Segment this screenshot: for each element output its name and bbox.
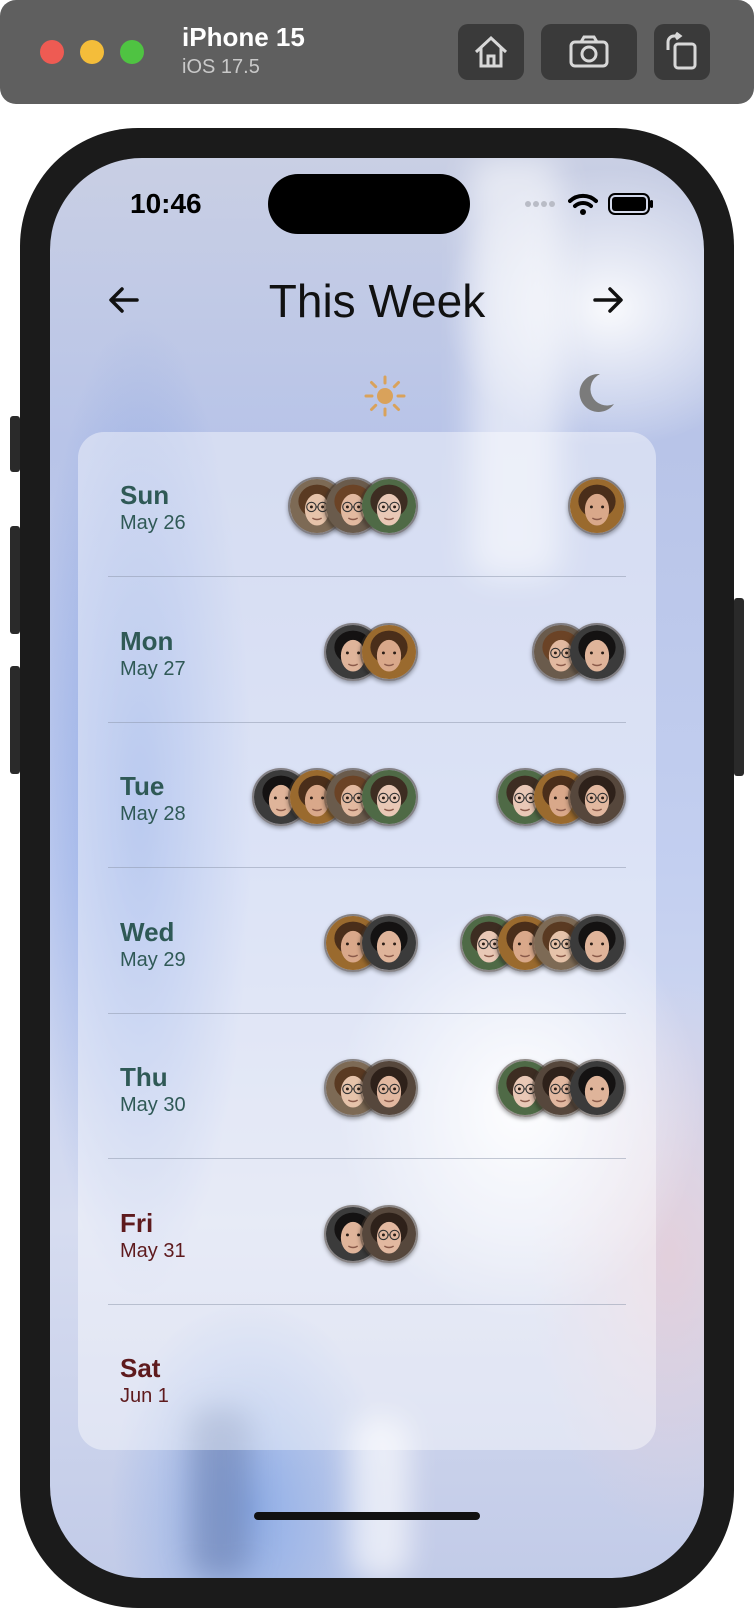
- avatar[interactable]: [360, 913, 418, 972]
- device-name: iPhone 15: [182, 22, 305, 52]
- day-name: Mon: [120, 625, 174, 656]
- status-icons: [524, 192, 654, 216]
- daytime-avatar-group[interactable]: [324, 1059, 418, 1117]
- day-name: Thu: [120, 1062, 168, 1092]
- daytime-avatar-group[interactable]: [324, 913, 418, 972]
- arrow-right-icon: [593, 287, 623, 313]
- device-os-version: iOS 17.5: [182, 56, 260, 78]
- avatar[interactable]: [568, 768, 626, 826]
- day-date: May 26: [120, 512, 186, 534]
- day-row[interactable]: Mon May 27: [78, 578, 656, 723]
- power-button: [734, 598, 744, 776]
- avatar[interactable]: [568, 622, 626, 681]
- moon-icon: [579, 373, 614, 412]
- next-week-button[interactable]: [586, 278, 630, 322]
- simulator-title-bar: iPhone 15 iOS 17.5: [0, 0, 754, 104]
- home-icon: [474, 35, 508, 68]
- day-date: May 31: [120, 1239, 186, 1262]
- day-row[interactable]: Thu May 30: [78, 1014, 656, 1159]
- signal-dots-icon: [525, 201, 555, 207]
- avatar[interactable]: [568, 1059, 626, 1117]
- avatar[interactable]: [360, 622, 418, 681]
- nighttime-avatar-group[interactable]: [532, 622, 626, 681]
- zoom-window-button[interactable]: [120, 40, 144, 64]
- avatar[interactable]: [360, 477, 418, 535]
- dynamic-island: [268, 174, 470, 234]
- daytime-avatar-group[interactable]: [324, 1204, 418, 1263]
- day-name: Sun: [120, 480, 170, 510]
- action-button: [10, 416, 20, 472]
- rotate-button[interactable]: [654, 24, 710, 80]
- nighttime-avatar-group[interactable]: [496, 1059, 626, 1117]
- nighttime-avatar-group[interactable]: [568, 477, 626, 535]
- nighttime-avatar-group[interactable]: [460, 913, 626, 972]
- day-name: Tue: [120, 771, 165, 801]
- volume-up-button: [10, 526, 20, 634]
- day-date: May 30: [120, 1094, 186, 1116]
- day-name: Wed: [120, 916, 175, 947]
- daytime-avatar-group[interactable]: [252, 768, 418, 826]
- rotate-icon: [666, 32, 697, 70]
- phone-screen: 10:46 This Week Sun May 26 Mon May 27 Tu…: [50, 158, 704, 1578]
- day-row[interactable]: Sun May 26: [78, 432, 656, 577]
- nighttime-avatar-group[interactable]: [496, 768, 626, 826]
- day-row[interactable]: Sat Jun 1: [78, 1305, 656, 1450]
- day-date: May 28: [120, 803, 186, 825]
- home-indicator[interactable]: [254, 1512, 480, 1520]
- day-name: Fri: [120, 1207, 154, 1238]
- sun-icon: [364, 375, 406, 417]
- avatar[interactable]: [568, 913, 626, 972]
- day-date: May 29: [120, 948, 186, 971]
- home-button[interactable]: [458, 24, 524, 80]
- day-row[interactable]: Tue May 28: [78, 723, 656, 868]
- day-date: May 27: [120, 657, 186, 680]
- day-name: Sat: [120, 1353, 161, 1383]
- day-row[interactable]: Fri May 31: [78, 1160, 656, 1305]
- week-header: This Week: [50, 268, 704, 338]
- status-time: 10:46: [130, 188, 202, 219]
- avatar[interactable]: [360, 1204, 418, 1263]
- wifi-icon: [568, 193, 598, 215]
- avatar[interactable]: [568, 477, 626, 535]
- avatar[interactable]: [360, 1059, 418, 1117]
- day-row[interactable]: Wed May 29: [78, 869, 656, 1014]
- week-schedule-card: Sun May 26 Mon May 27 Tue May 28 Wed May 29 Thu M…: [78, 432, 656, 1450]
- screenshot-button[interactable]: [541, 24, 637, 80]
- volume-down-button: [10, 666, 20, 774]
- close-window-button[interactable]: [40, 40, 64, 64]
- screenshot-icon: [569, 35, 609, 68]
- day-date: Jun 1: [120, 1385, 169, 1407]
- daytime-avatar-group[interactable]: [288, 477, 418, 535]
- minimize-window-button[interactable]: [80, 40, 104, 64]
- battery-icon: [608, 193, 653, 215]
- daytime-avatar-group[interactable]: [324, 622, 418, 681]
- avatar[interactable]: [360, 768, 418, 826]
